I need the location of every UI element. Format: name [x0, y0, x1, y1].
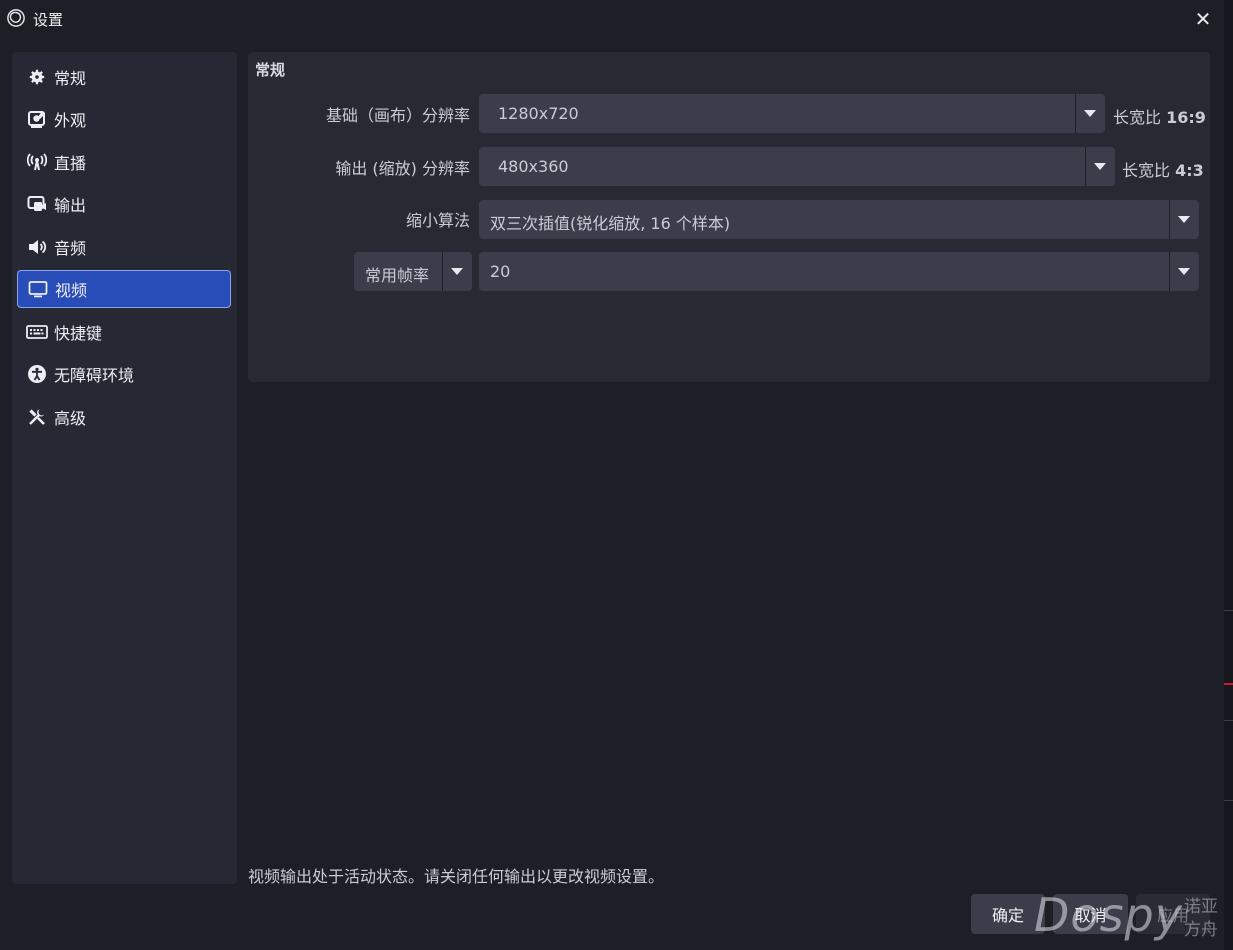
- sidebar-item-advanced[interactable]: 高级: [17, 398, 231, 436]
- speaker-icon: [26, 236, 48, 258]
- sidebar-item-label: 直播: [54, 154, 87, 173]
- sidebar-item-audio[interactable]: 音频: [17, 228, 231, 266]
- combo-separator: [1169, 200, 1170, 239]
- watermark-line: 方舟: [1184, 920, 1218, 940]
- fps-type-value: 常用帧率: [365, 266, 430, 285]
- chevron-down-icon[interactable]: [1178, 268, 1190, 275]
- sidebar-item-label: 常规: [54, 69, 87, 88]
- fps-type-combobox[interactable]: 常用帧率: [354, 252, 472, 291]
- combo-separator: [1075, 94, 1076, 133]
- downscale-filter-combobox[interactable]: 双三次插值(锐化缩放, 16 个样本): [479, 200, 1199, 239]
- chevron-down-icon[interactable]: [1178, 216, 1190, 223]
- combo-separator: [442, 252, 443, 291]
- sidebar-item-general[interactable]: 常规: [17, 58, 231, 96]
- divider: [1224, 800, 1233, 801]
- base-aspect-ratio: 长宽比 16:9: [1113, 104, 1206, 128]
- antenna-icon: [26, 151, 48, 173]
- combo-separator: [1169, 252, 1170, 291]
- watermark-chinese: 诺亚 方舟: [1184, 896, 1224, 942]
- sidebar-item-video[interactable]: 视频: [17, 270, 231, 308]
- sidebar-item-output[interactable]: 输出: [17, 185, 231, 223]
- chevron-down-icon[interactable]: [1084, 110, 1096, 117]
- settings-sidebar: 常规 外观 直播 输出 音频 视频 快捷键 无障碍环境 高级: [12, 52, 237, 884]
- divider: [1224, 720, 1233, 721]
- sidebar-item-label: 高级: [54, 409, 87, 428]
- combo-separator: [1085, 147, 1086, 186]
- tools-icon: [26, 406, 48, 428]
- divider: [1224, 683, 1233, 685]
- video-general-group: 常规 基础（画布）分辨率 1280x720 长宽比 16:9 输出 (缩放) 分…: [248, 52, 1210, 382]
- video-active-notice: 视频输出处于活动状态。请关闭任何输出以更改视频设置。: [248, 867, 665, 886]
- window-title: 设置: [33, 11, 64, 29]
- close-icon: ✕: [1194, 7, 1212, 31]
- sidebar-item-stream[interactable]: 直播: [17, 143, 231, 181]
- obs-logo-icon: [7, 9, 25, 27]
- sidebar-item-label: 音频: [54, 239, 87, 258]
- background-window-edge: [1224, 0, 1233, 950]
- gear-icon: [26, 66, 48, 88]
- output-resolution-label: 输出 (缩放) 分辨率: [335, 159, 470, 178]
- sidebar-item-appearance[interactable]: 外观: [17, 100, 231, 138]
- downscale-filter-value: 双三次插值(锐化缩放, 16 个样本): [490, 214, 731, 233]
- sidebar-item-label: 无障碍环境: [54, 366, 135, 385]
- output-resolution-combobox[interactable]: 480x360: [479, 147, 1115, 186]
- aspect-value: 16:9: [1166, 108, 1206, 127]
- base-resolution-value: 1280x720: [498, 104, 579, 123]
- downscale-filter-label: 缩小算法: [405, 211, 470, 230]
- base-resolution-label: 基础（画布）分辨率: [325, 106, 470, 125]
- watermark-logo: Dospy: [1034, 888, 1183, 942]
- divider: [1224, 610, 1233, 611]
- monitor-icon: [27, 278, 49, 300]
- keyboard-icon: [26, 321, 48, 343]
- sidebar-item-accessibility[interactable]: 无障碍环境: [17, 355, 231, 393]
- aspect-prefix: 长宽比: [1122, 161, 1171, 180]
- sidebar-item-label: 输出: [54, 196, 87, 215]
- fps-value: 20: [490, 262, 511, 281]
- accessibility-icon: [26, 363, 48, 385]
- output-resolution-value: 480x360: [498, 157, 569, 176]
- sidebar-item-label: 快捷键: [54, 324, 103, 343]
- output-aspect-ratio: 长宽比 4:3: [1122, 157, 1204, 181]
- output-icon: [26, 193, 48, 215]
- base-resolution-combobox[interactable]: 1280x720: [479, 94, 1105, 133]
- settings-window: 设置 ✕ 常规 外观 直播 输出 音频 视频 快捷键 无障碍环境 高级 常规 基…: [0, 0, 1225, 950]
- title-bar: 设置 ✕: [0, 0, 1224, 38]
- aspect-value: 4:3: [1175, 161, 1204, 180]
- chevron-down-icon[interactable]: [1094, 163, 1106, 170]
- chevron-down-icon[interactable]: [451, 268, 463, 275]
- sidebar-item-hotkeys[interactable]: 快捷键: [17, 313, 231, 351]
- group-title: 常规: [255, 61, 286, 79]
- appearance-icon: [26, 108, 48, 130]
- watermark-line: 诺亚: [1184, 897, 1218, 917]
- fps-value-combobox[interactable]: 20: [479, 252, 1199, 291]
- sidebar-item-label: 外观: [54, 111, 87, 130]
- aspect-prefix: 长宽比: [1113, 108, 1162, 127]
- close-button[interactable]: ✕: [1190, 6, 1216, 32]
- sidebar-item-label: 视频: [55, 281, 88, 300]
